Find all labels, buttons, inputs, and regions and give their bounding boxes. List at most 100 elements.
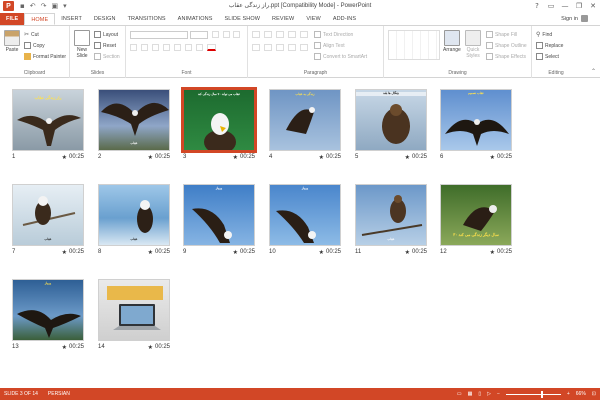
zoom-out-icon[interactable]: − — [497, 391, 500, 397]
shape-effects-label: Shape Effects — [495, 53, 527, 60]
fit-to-window-icon[interactable]: ⊡ — [592, 391, 596, 397]
restore-button[interactable]: ❐ — [572, 0, 586, 12]
replace-label: Replace — [545, 42, 564, 49]
font-color-icon[interactable] — [207, 44, 216, 51]
convert-smartart-button[interactable]: Convert to SmartArt — [314, 53, 367, 60]
slide-thumbnail-9[interactable]: پرواز 9 ★ 00:25 — [183, 184, 255, 256]
shape-effects-icon — [486, 53, 493, 60]
tab-home[interactable]: HOME — [24, 13, 56, 25]
bullets-icon[interactable] — [252, 31, 260, 38]
shape-fill-button[interactable]: Shape Fill — [486, 31, 517, 38]
zoom-level[interactable]: 66% — [576, 391, 586, 397]
customize-toolbar-icon[interactable]: ▾ — [63, 2, 67, 10]
strikethrough-icon[interactable] — [174, 44, 181, 51]
reset-button[interactable]: Reset — [94, 42, 116, 49]
slide-thumbnail-12[interactable]: ۳۰ سال دیگر زندگی می کند 12 ★ 00:25 — [440, 184, 512, 256]
reading-view-icon[interactable]: ▯ — [478, 391, 481, 397]
new-slide-button[interactable]: New Slide — [73, 30, 91, 59]
line-spacing-icon[interactable] — [300, 31, 308, 38]
zoom-in-icon[interactable]: + — [567, 391, 570, 397]
decrease-font-icon[interactable] — [222, 31, 230, 38]
ribbon-display-options-button[interactable]: ▭ — [544, 0, 558, 12]
tab-animations[interactable]: ANIMATIONS — [172, 13, 219, 25]
tab-add-ins[interactable]: ADD-INS — [327, 13, 362, 25]
tab-review[interactable]: REVIEW — [266, 13, 300, 25]
tab-file[interactable]: FILE — [0, 13, 25, 25]
cut-button[interactable]: ✂ Cut — [24, 31, 39, 38]
minimize-button[interactable]: — — [558, 0, 572, 12]
bold-icon[interactable] — [130, 44, 137, 51]
save-icon[interactable]: ▪ — [20, 2, 25, 10]
align-text-label: Align Text — [323, 42, 345, 49]
section-button[interactable]: Section — [94, 53, 120, 60]
layout-button[interactable]: Layout — [94, 31, 118, 38]
slide-thumbnail-5[interactable]: چنگال ها بلند 5 ★ 00:25 — [355, 89, 427, 161]
format-painter-button[interactable]: Format Painter — [24, 53, 66, 60]
slide-thumbnail-8[interactable]: عقاب 8 ★ 00:25 — [98, 184, 170, 256]
clear-formatting-icon[interactable] — [233, 31, 241, 38]
align-buttons — [252, 44, 308, 51]
help-button[interactable]: ? — [530, 0, 544, 12]
normal-view-icon[interactable]: ▭ — [457, 391, 462, 397]
replace-button[interactable]: Replace — [536, 42, 563, 49]
collapse-ribbon-icon[interactable]: ⌃ — [591, 68, 596, 75]
slide-thumbnail-7[interactable]: عقاب 7 ★ 00:25 — [12, 184, 84, 256]
font-name-dropdown[interactable] — [130, 31, 188, 39]
slide-thumbnail-13[interactable]: پرواز 13 ★ 00:25 — [12, 279, 84, 351]
numbering-icon[interactable] — [264, 31, 272, 38]
zoom-slider-thumb[interactable] — [540, 390, 543, 398]
zoom-slider[interactable] — [505, 390, 561, 398]
shape-outline-button[interactable]: Shape Outline — [486, 42, 527, 49]
italic-icon[interactable] — [141, 44, 148, 51]
arrange-icon — [443, 30, 460, 46]
align-left-icon[interactable] — [252, 44, 260, 51]
font-size-buttons[interactable] — [212, 31, 242, 39]
find-button[interactable]: ⚲ Find — [536, 31, 552, 38]
slide-thumbnail-2[interactable]: عقاب 2 ★ 00:25 — [98, 89, 170, 161]
close-button[interactable]: ✕ — [586, 0, 600, 12]
tab-insert[interactable]: INSERT — [55, 13, 88, 25]
select-button[interactable]: Select — [536, 53, 559, 60]
sign-in[interactable]: Sign in — [561, 15, 588, 22]
slide-thumbnail-11[interactable]: عقاب 11 ★ 00:25 — [355, 184, 427, 256]
paste-button[interactable]: Paste — [4, 30, 20, 53]
justify-icon[interactable] — [288, 44, 296, 51]
shadow-icon[interactable] — [163, 44, 170, 51]
slide-thumbnail-6[interactable]: عقاب تصمیم 6 ★ 00:25 — [440, 89, 512, 161]
shapes-gallery[interactable] — [388, 30, 440, 60]
slide-thumbnail-3[interactable]: عقاب می تواند ۷۰ سال زندگی کند 3 ★ 00:25 — [181, 87, 257, 161]
slide-duration-11: 00:25 — [411, 249, 427, 255]
font-size-dropdown[interactable] — [190, 31, 208, 39]
tab-design[interactable]: DESIGN — [88, 13, 122, 25]
arrange-button[interactable]: Arrange — [443, 30, 461, 53]
shape-effects-button[interactable]: Shape Effects — [486, 53, 526, 60]
character-spacing-icon[interactable] — [185, 44, 192, 51]
undo-icon[interactable]: ↶ — [30, 2, 36, 10]
increase-font-icon[interactable] — [212, 31, 219, 38]
slide-thumbnail-10[interactable]: پرواز 10 ★ 00:25 — [269, 184, 341, 256]
slide-thumbnail-1[interactable]: راز زندگی عقاب 1 ★ 00:25 — [12, 89, 84, 161]
copy-button[interactable]: Copy — [24, 42, 45, 49]
increase-indent-icon[interactable] — [288, 31, 296, 38]
align-right-icon[interactable] — [276, 44, 284, 51]
slide-sorter-view-icon[interactable]: ▦ — [468, 391, 473, 397]
text-direction-button[interactable]: Text Direction — [314, 31, 353, 38]
change-case-icon[interactable] — [196, 44, 203, 51]
slide-show-view-icon[interactable]: ▷ — [487, 391, 491, 397]
slide-thumbnail-14[interactable]: 14 ★ 00:25 — [98, 279, 170, 351]
columns-icon[interactable] — [300, 44, 308, 51]
tab-view[interactable]: VIEW — [300, 13, 326, 25]
tab-transitions[interactable]: TRANSITIONS — [122, 13, 172, 25]
proofing-language[interactable]: PERSIAN — [48, 391, 70, 397]
slide-caption-7: عقاب — [44, 237, 52, 242]
quick-styles-button[interactable]: Quick Styles — [464, 30, 482, 59]
align-center-icon[interactable] — [264, 44, 272, 51]
decrease-indent-icon[interactable] — [276, 31, 284, 38]
slide-thumbnail-4[interactable]: زندگی به عقاب 4 ★ 00:25 — [269, 89, 341, 161]
align-text-button[interactable]: Align Text — [314, 42, 345, 49]
start-from-beginning-icon[interactable]: ▣ — [52, 2, 59, 10]
redo-icon[interactable]: ↷ — [41, 2, 47, 10]
underline-icon[interactable] — [152, 44, 159, 51]
tab-slide-show[interactable]: SLIDE SHOW — [219, 13, 267, 25]
eagle-image-9 — [192, 208, 232, 243]
